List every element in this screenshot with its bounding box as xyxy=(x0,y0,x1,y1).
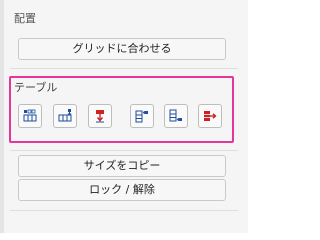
delete-column-button[interactable] xyxy=(198,104,222,128)
panel-edge xyxy=(0,0,4,233)
table-column-add-left-icon xyxy=(135,110,148,123)
insert-column-left-button[interactable] xyxy=(130,104,154,128)
insert-row-below-right-button[interactable] xyxy=(53,104,77,128)
section-divider xyxy=(10,210,238,211)
section-divider xyxy=(10,150,238,151)
section-divider xyxy=(10,68,238,69)
table-row-add-below-right-icon xyxy=(58,109,72,122)
delete-row-button[interactable] xyxy=(88,104,112,128)
insert-column-right-button[interactable] xyxy=(164,104,188,128)
copy-size-button[interactable]: サイズをコピー xyxy=(18,155,226,177)
lock-unlock-button[interactable]: ロック / 解除 xyxy=(18,179,226,201)
table-row-add-below-icon xyxy=(23,109,37,122)
properties-panel: 配置 グリッドに合わせる テーブル サイズをコピー ロック / 解除 xyxy=(0,0,248,233)
table-column-delete-icon xyxy=(204,111,217,121)
table-column-add-right-icon xyxy=(169,109,182,122)
placement-section-title: 配置 xyxy=(14,12,36,25)
align-to-grid-button[interactable]: グリッドに合わせる xyxy=(18,38,226,60)
table-section-title: テーブル xyxy=(14,81,58,94)
insert-row-below-button[interactable] xyxy=(18,104,42,128)
table-row-delete-icon xyxy=(96,110,104,123)
